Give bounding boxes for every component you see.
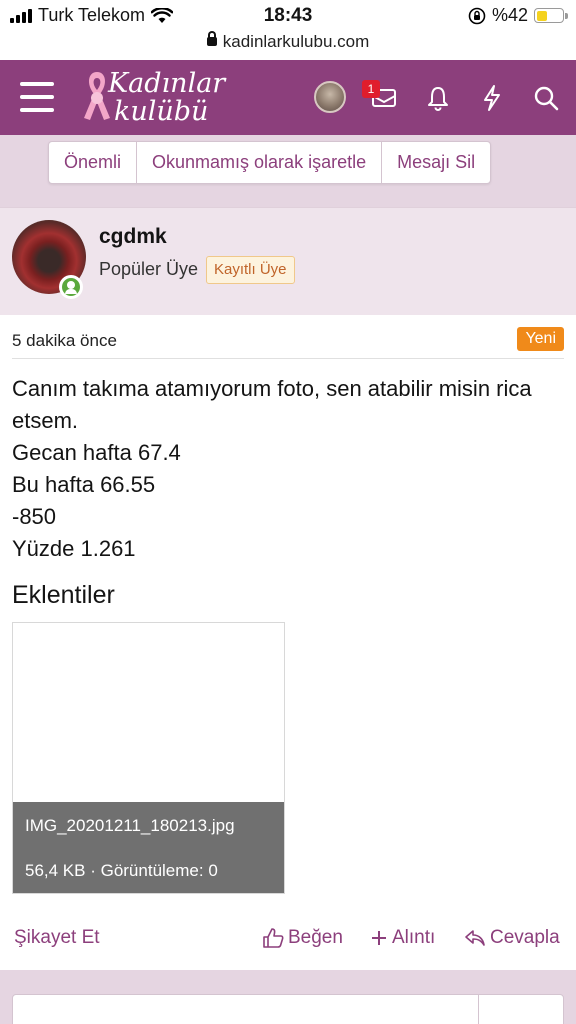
- username[interactable]: cgdmk: [99, 225, 167, 249]
- online-status-icon: [59, 275, 83, 299]
- status-right: %42: [468, 5, 568, 26]
- battery-percent: %42: [491, 5, 528, 25]
- post-actions: Şikayet Et Beğen Alıntı Cevapla: [0, 915, 576, 963]
- quote-label: Alıntı: [392, 927, 436, 948]
- message-content: Canım takıma atamıyorum foto, sen atabil…: [12, 373, 572, 565]
- lock-icon: [206, 31, 217, 46]
- message-line: Gecan hafta 67.4: [12, 440, 181, 465]
- new-badge: Yeni: [517, 327, 564, 351]
- like-label: Beğen: [288, 927, 343, 948]
- conversation-actions: Önemli Okunmamış olarak işaretle Mesajı …: [0, 135, 576, 207]
- reply-button[interactable]: Cevapla: [464, 927, 560, 949]
- site-header: Kadınlar kulübü: [0, 60, 576, 135]
- delete-message-button[interactable]: Mesajı Sil: [382, 142, 490, 183]
- plus-icon: [372, 931, 386, 945]
- attachments-heading: Eklentiler: [12, 581, 115, 609]
- url-text: kadinlarkulubu.com: [222, 32, 370, 51]
- avatar[interactable]: [314, 81, 346, 113]
- logo-text: Kadınlar kulübü: [108, 70, 225, 126]
- action-button-group: Önemli Okunmamış olarak işaretle Mesajı …: [48, 141, 492, 184]
- bell-icon[interactable]: [422, 82, 454, 114]
- post-user-info: cgdmk Popüler Üye Kayıtlı Üye: [0, 207, 576, 315]
- like-button[interactable]: Beğen: [262, 927, 343, 949]
- logo-line-1: Kadınlar: [108, 68, 226, 99]
- attachment-filename: IMG_20201211_180213.jpg: [25, 816, 235, 835]
- thumbs-up-icon: [263, 928, 284, 948]
- report-link[interactable]: Şikayet Et: [14, 927, 100, 949]
- message-line: Canım takıma atamıyorum foto, sen atabil…: [12, 376, 532, 433]
- user-banner: Kayıtlı Üye: [206, 256, 295, 284]
- post-meta: 5 dakika önce Yeni: [12, 327, 564, 359]
- menu-icon[interactable]: [20, 82, 54, 112]
- inbox-badge: 1: [362, 80, 380, 98]
- message-line: Yüzde 1.261: [12, 536, 136, 561]
- site-logo[interactable]: Kadınlar kulübü: [80, 66, 240, 130]
- reply-label: Cevapla: [490, 927, 560, 948]
- user-title: Popüler Üye: [99, 259, 199, 279]
- message-line: Bu hafta 66.55: [12, 472, 156, 497]
- reply-area: [0, 970, 576, 1024]
- reply-icon: [465, 930, 485, 946]
- important-button[interactable]: Önemli: [49, 142, 138, 183]
- reply-editor[interactable]: [12, 994, 564, 1024]
- logo-line-2: kulübü: [114, 96, 209, 127]
- lightning-icon[interactable]: [476, 82, 508, 114]
- address-bar[interactable]: kadinlarkulubu.com: [0, 31, 576, 60]
- message-line: -850: [12, 504, 57, 529]
- orientation-lock-icon: [468, 7, 486, 24]
- quote-button[interactable]: Alıntı: [370, 927, 435, 949]
- mark-unread-button[interactable]: Okunmamış olarak işaretle: [137, 142, 383, 183]
- attachment-meta: 56,4 KB · Görüntüleme: 0: [25, 861, 218, 880]
- post-body: 5 dakika önce Yeni Canım takıma atamıyor…: [0, 315, 576, 970]
- battery-icon: [534, 8, 568, 23]
- search-icon[interactable]: [530, 82, 562, 114]
- attachment-info: IMG_20201211_180213.jpg 56,4 KB · Görünt…: [13, 802, 284, 893]
- attachment-thumbnail[interactable]: IMG_20201211_180213.jpg 56,4 KB · Görünt…: [12, 622, 285, 894]
- status-bar: Turk Telekom 18:43 %42: [0, 0, 576, 32]
- post-timestamp[interactable]: 5 dakika önce: [12, 331, 117, 351]
